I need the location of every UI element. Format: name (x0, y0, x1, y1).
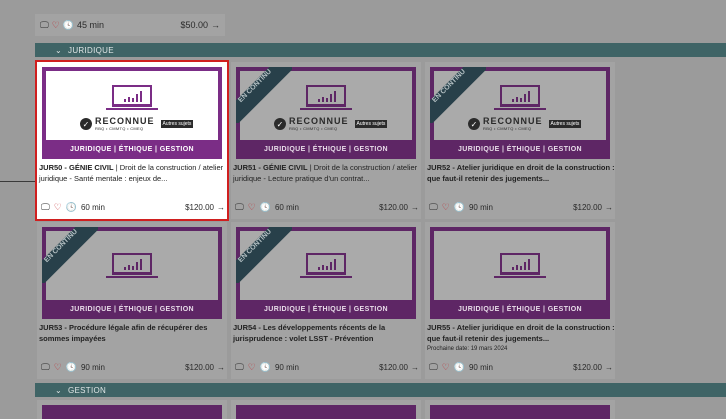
chevron-down-icon: ⌄ (55, 45, 63, 55)
course-title[interactable]: JUR50 - GÉNIE CIVIL | Droit de la constr… (39, 162, 227, 184)
laptop-chart-icon (112, 253, 152, 275)
card-footer: 🖵 ♡ 🕓 60 min $120.00 → (235, 202, 419, 213)
course-card-jur51[interactable]: ✓ RECONNUE RBQ • CMMTQ • CMEQ Autres suje… (231, 62, 421, 219)
arrow-right-icon[interactable]: → (211, 20, 220, 30)
course-title[interactable]: JUR55 - Atelier juridique en droit de la… (427, 322, 615, 344)
en-continu-ribbon: EN CONTINU (236, 227, 292, 283)
heart-icon[interactable]: ♡ (248, 202, 256, 213)
heart-icon[interactable]: ♡ (54, 202, 62, 213)
category-band: JURIDIQUE | ÉTHIQUE | GESTION (263, 146, 389, 153)
price: $120.00 (379, 363, 408, 372)
laptop-chart-icon (500, 85, 540, 107)
card-footer-previous[interactable]: 🖵 ♡ 🕓 45 min $50.00 → (35, 14, 225, 36)
course-card-partial[interactable] (231, 400, 421, 419)
price: $120.00 (185, 203, 214, 212)
arrow-right-icon[interactable]: → (217, 363, 225, 372)
laptop-icon: 🖵 (429, 202, 438, 212)
laptop-icon: 🖵 (41, 362, 50, 372)
card-footer: 🖵 ♡ 🕓 90 min $120.00 → (41, 362, 225, 373)
card-footer: 🖵 ♡ 🕓 90 min $120.00 → (235, 362, 419, 373)
en-continu-ribbon: EN CONTINU (42, 227, 98, 283)
course-title[interactable]: JUR54 - Les développements récents de la… (233, 322, 421, 344)
laptop-icon: 🖵 (40, 19, 49, 30)
arrow-right-icon[interactable]: → (605, 363, 613, 372)
course-title[interactable]: JUR52 - Atelier juridique en droit de la… (427, 162, 615, 184)
heart-icon[interactable]: ♡ (248, 362, 256, 373)
laptop-chart-icon (500, 253, 540, 275)
course-title[interactable]: JUR53 - Procédure légale afin de récupér… (39, 322, 227, 344)
course-card-jur55[interactable]: JURIDIQUE | ÉTHIQUE | GESTION JUR55 - At… (425, 222, 615, 379)
course-card-jur50[interactable]: ✓ RECONNUE RBQ • CMMTQ • CMEQ Autres suje… (35, 60, 229, 221)
course-thumbnail: ✓ RECONNUE RBQ • CMMTQ • CMEQ Autres suje… (430, 67, 610, 159)
course-card-partial[interactable] (425, 400, 615, 419)
category-band: JURIDIQUE | ÉTHIQUE | GESTION (263, 306, 389, 313)
price: $120.00 (379, 203, 408, 212)
course-thumbnail: ✓ RECONNUE RBQ • CMMTQ • CMEQ Autres suje… (236, 67, 416, 159)
course-card-partial[interactable] (37, 400, 227, 419)
laptop-icon: 🖵 (429, 362, 438, 372)
course-thumbnail: JURIDIQUE | ÉTHIQUE | GESTION (430, 227, 610, 319)
category-band: JURIDIQUE | ÉTHIQUE | GESTION (69, 146, 195, 153)
category-band: JURIDIQUE | ÉTHIQUE | GESTION (457, 306, 583, 313)
reconnue-badge: ✓ RECONNUE RBQ • CMMTQ • CMEQ Autres suje… (80, 117, 194, 131)
category-band: JURIDIQUE | ÉTHIQUE | GESTION (457, 146, 583, 153)
arrow-right-icon[interactable]: → (411, 203, 419, 212)
clock-icon: 🕓 (62, 19, 74, 30)
arrow-right-icon[interactable]: → (411, 363, 419, 372)
check-icon: ✓ (80, 118, 92, 130)
course-title[interactable]: JUR51 - GÉNIE CIVIL | Droit de la constr… (233, 162, 421, 184)
heart-icon[interactable]: ♡ (442, 362, 450, 373)
course-card-jur52[interactable]: ✓ RECONNUE RBQ • CMMTQ • CMEQ Autres suje… (425, 62, 615, 219)
price: $120.00 (185, 363, 214, 372)
section-header-gestion[interactable]: ⌄ GESTION (35, 383, 726, 397)
pointer-line (0, 181, 36, 182)
laptop-icon: 🖵 (235, 362, 244, 372)
section-header-juridique[interactable]: ⌄ JURIDIQUE (35, 43, 726, 57)
course-thumbnail: ✓ RECONNUE RBQ • CMMTQ • CMEQ Autres suje… (42, 67, 222, 159)
card-footer: 🖵 ♡ 🕓 60 min $120.00 → (41, 202, 225, 213)
section-label: GESTION (68, 385, 107, 395)
clock-icon: 🕓 (453, 362, 465, 372)
price: $120.00 (573, 363, 602, 372)
clock-icon: 🕓 (453, 202, 465, 212)
card-footer: 🖵 ♡ 🕓 90 min $120.00 → (429, 362, 613, 373)
category-band: JURIDIQUE | ÉTHIQUE | GESTION (69, 306, 195, 313)
laptop-icon: 🖵 (235, 202, 244, 212)
laptop-chart-icon (306, 85, 346, 107)
laptop-chart-icon (112, 85, 152, 107)
en-continu-ribbon: EN CONTINU (430, 67, 486, 123)
heart-icon[interactable]: ♡ (442, 202, 450, 213)
course-thumbnail: JURIDIQUE | ÉTHIQUE | GESTION EN CONTINU (236, 227, 416, 319)
section-label: JURIDIQUE (68, 45, 114, 55)
course-card-jur54[interactable]: JURIDIQUE | ÉTHIQUE | GESTION EN CONTINU… (231, 222, 421, 379)
laptop-icon: 🖵 (41, 202, 50, 212)
heart-icon[interactable]: ♡ (52, 20, 60, 31)
clock-icon: 🕓 (259, 202, 271, 212)
next-date: Prochaine date: 19 mars 2024 (427, 346, 508, 352)
chevron-down-icon: ⌄ (55, 385, 63, 395)
clock-icon: 🕓 (65, 362, 77, 372)
arrow-right-icon[interactable]: → (605, 203, 613, 212)
en-continu-ribbon: EN CONTINU (236, 67, 292, 123)
clock-icon: 🕓 (259, 362, 271, 372)
price: $50.00 (180, 20, 208, 30)
course-thumbnail: JURIDIQUE | ÉTHIQUE | GESTION EN CONTINU (42, 227, 222, 319)
card-footer: 🖵 ♡ 🕓 90 min $120.00 → (429, 202, 613, 213)
heart-icon[interactable]: ♡ (54, 362, 62, 373)
course-card-jur53[interactable]: JURIDIQUE | ÉTHIQUE | GESTION EN CONTINU… (37, 222, 227, 379)
laptop-chart-icon (306, 253, 346, 275)
clock-icon: 🕓 (65, 202, 77, 212)
arrow-right-icon[interactable]: → (217, 203, 225, 212)
price: $120.00 (573, 203, 602, 212)
duration: 45 min (76, 20, 104, 30)
